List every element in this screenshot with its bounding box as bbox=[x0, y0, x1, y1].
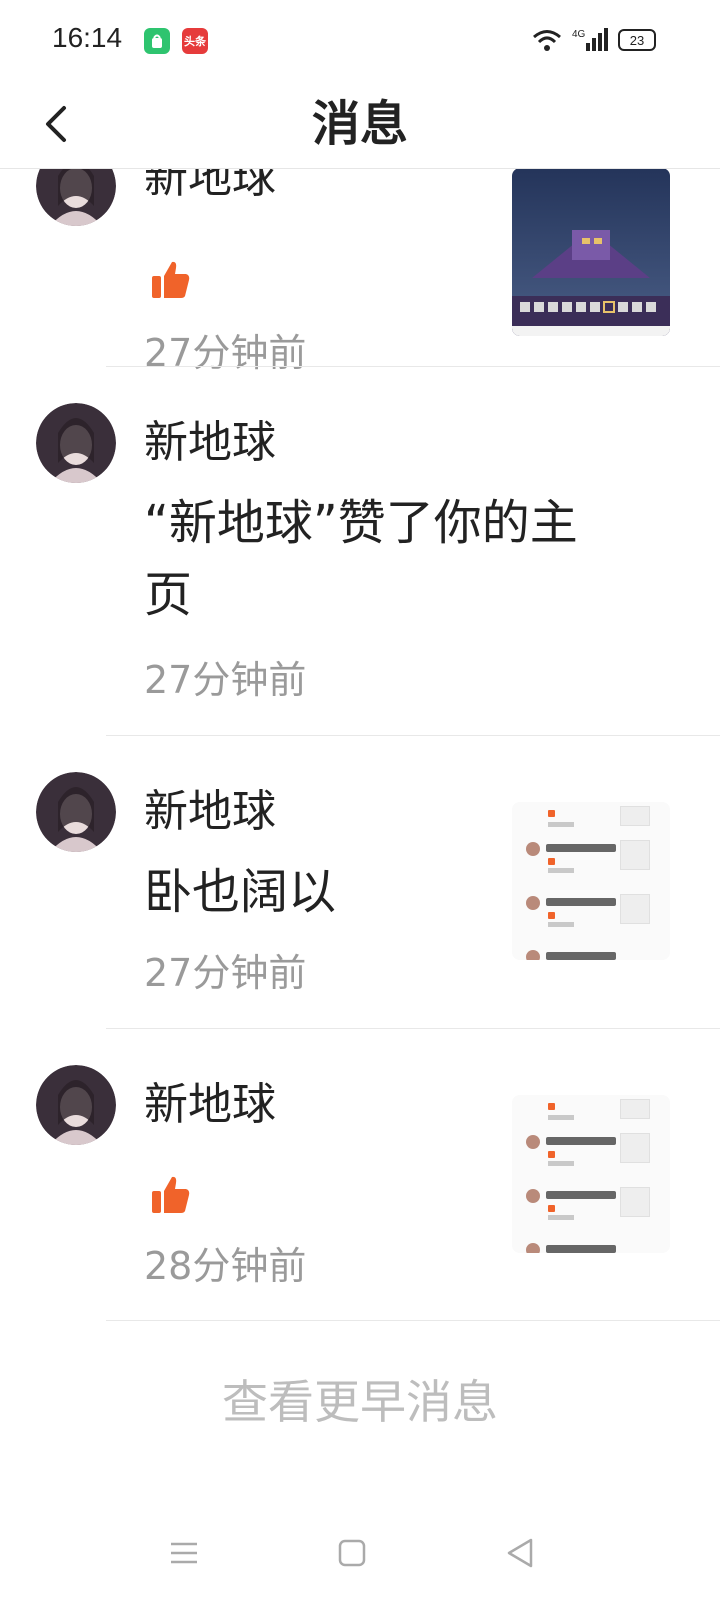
menu-button[interactable] bbox=[154, 1528, 214, 1578]
avatar[interactable] bbox=[36, 1065, 116, 1145]
username: 新地球 bbox=[144, 168, 276, 203]
list-item[interactable]: 新地球 27分钟前 bbox=[0, 168, 720, 375]
status-time: 16:14 bbox=[52, 22, 123, 53]
page-title: 消息 bbox=[311, 96, 408, 152]
back-triangle-icon bbox=[507, 1538, 533, 1568]
system-nav-bar bbox=[0, 1510, 720, 1600]
post-thumbnail[interactable] bbox=[512, 168, 670, 336]
back-nav-button[interactable] bbox=[490, 1528, 550, 1578]
message-time: 27分钟前 bbox=[144, 951, 307, 995]
message-list[interactable]: 新地球 27分钟前 新地球 “新地球”赞了你的主页 27分钟前 新地球 卧也阔以… bbox=[0, 168, 720, 1328]
network-label: 4G bbox=[572, 29, 586, 40]
home-icon bbox=[338, 1539, 366, 1567]
like-icon bbox=[148, 1173, 192, 1217]
post-thumbnail[interactable] bbox=[512, 802, 670, 960]
load-more-button[interactable]: 查看更早消息 bbox=[0, 1372, 720, 1432]
signal-icon: 4G bbox=[572, 28, 608, 51]
avatar[interactable] bbox=[36, 168, 116, 226]
app-market-icon bbox=[144, 28, 170, 54]
avatar[interactable] bbox=[36, 403, 116, 483]
status-bar: 16:14 头条 4G 23 bbox=[0, 0, 720, 80]
screenshot-thumbnail bbox=[512, 802, 670, 960]
username: 新地球 bbox=[144, 417, 276, 468]
username: 新地球 bbox=[144, 786, 276, 837]
message-time: 28分钟前 bbox=[144, 1244, 307, 1288]
list-item[interactable]: 新地球 “新地球”赞了你的主页 27分钟前 bbox=[0, 367, 720, 735]
list-item[interactable]: 新地球 28分钟前 bbox=[0, 1029, 720, 1321]
message-time: 27分钟前 bbox=[144, 658, 307, 702]
list-item[interactable]: 新地球 卧也阔以 27分钟前 bbox=[0, 736, 720, 1028]
wifi-icon bbox=[533, 30, 561, 51]
message-text: “新地球”赞了你的主页 bbox=[144, 495, 578, 623]
home-button[interactable] bbox=[322, 1528, 382, 1578]
like-icon bbox=[148, 258, 192, 302]
header: 消息 bbox=[0, 80, 720, 169]
username: 新地球 bbox=[144, 1079, 276, 1130]
menu-icon bbox=[171, 1542, 197, 1564]
post-thumbnail[interactable] bbox=[512, 1095, 670, 1253]
avatar[interactable] bbox=[36, 772, 116, 852]
divider bbox=[106, 1320, 720, 1321]
screenshot-thumbnail bbox=[512, 1095, 670, 1253]
toutiao-icon: 头条 bbox=[182, 28, 208, 54]
battery-icon: 23 bbox=[618, 29, 656, 51]
